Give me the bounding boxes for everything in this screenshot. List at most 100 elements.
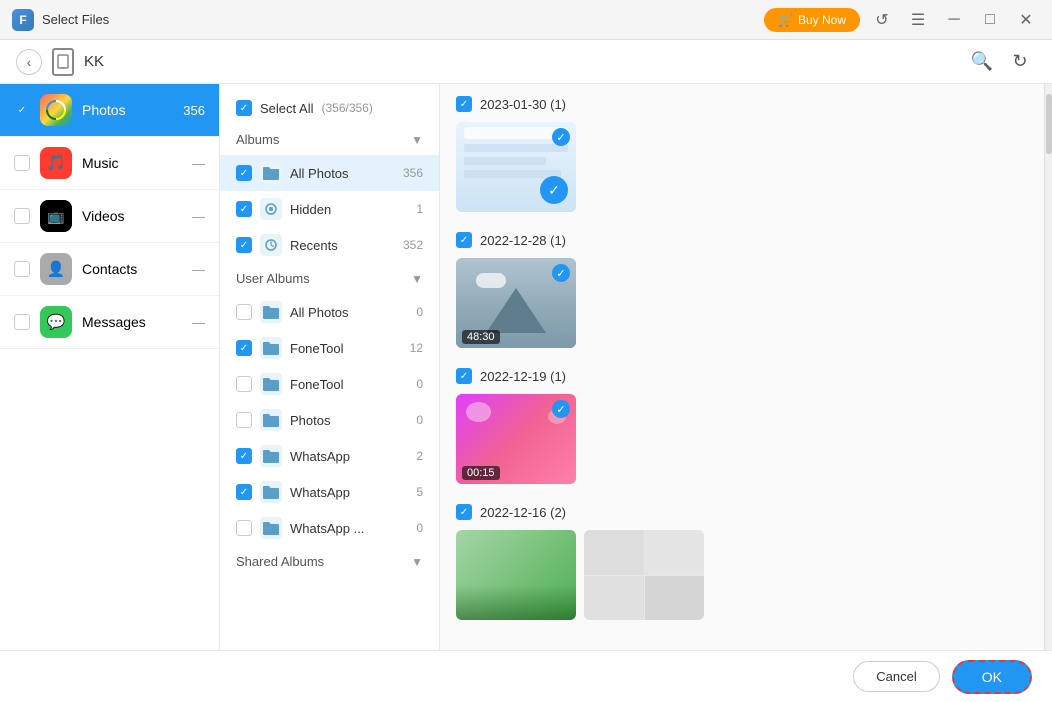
contacts-checkbox[interactable] <box>14 261 30 277</box>
date-checkbox-2022-12-28[interactable] <box>456 232 472 248</box>
sidebar-music-label: Music <box>82 155 182 171</box>
app-icon: F <box>12 9 34 31</box>
date-group-2023-01-30: 2023-01-30 (1) ✓ ✓ <box>456 96 1028 212</box>
whatsapp2-name: WhatsApp <box>290 485 408 500</box>
whatsapp2-checkbox[interactable] <box>236 484 252 500</box>
hidden-checkbox[interactable] <box>236 201 252 217</box>
left-sidebar: Photos 356 🎵 Music — 📺 Videos — 👤 <box>0 84 220 650</box>
user-album-fonetool-2[interactable]: FoneTool 0 <box>220 366 439 402</box>
sidebar-item-music[interactable]: 🎵 Music — <box>0 137 219 190</box>
user-folder-icon-4 <box>260 409 282 431</box>
messages-checkbox[interactable] <box>14 314 30 330</box>
fonetool1-count: 12 <box>410 341 423 355</box>
recents-checkbox[interactable] <box>236 237 252 253</box>
photos-album-checkbox[interactable] <box>236 412 252 428</box>
date-label-2022-12-28: 2022-12-28 (1) <box>480 233 566 248</box>
date-checkbox-2023-01-30[interactable] <box>456 96 472 112</box>
photo-thumb-mountain[interactable]: 48:30 ✓ <box>456 258 576 348</box>
album-hidden[interactable]: Hidden 1 <box>220 191 439 227</box>
header-actions: 🔍 ↻ <box>966 46 1036 78</box>
date-header-2023-01-30: 2023-01-30 (1) <box>456 96 1028 112</box>
search-button[interactable]: 🔍 <box>966 46 998 78</box>
sidebar-item-photos[interactable]: Photos 356 <box>0 84 219 137</box>
photos-checkbox[interactable] <box>14 102 30 118</box>
all-photos-checkbox[interactable] <box>236 165 252 181</box>
select-all-checkbox[interactable] <box>236 100 252 116</box>
refresh-button[interactable]: ↻ <box>1004 46 1036 78</box>
photos-grid-2022-12-28: 48:30 ✓ <box>456 258 1028 348</box>
albums-section-header[interactable]: Albums ▼ <box>220 124 439 155</box>
maximize-button[interactable]: □ <box>976 6 1004 34</box>
user-album-whatsapp-1[interactable]: WhatsApp 2 <box>220 438 439 474</box>
fonetool2-checkbox[interactable] <box>236 376 252 392</box>
photo-thumb-grid[interactable] <box>584 530 704 620</box>
photo-check-2: ✓ <box>552 264 570 282</box>
hidden-name: Hidden <box>290 202 408 217</box>
bottom-bar: Cancel OK <box>0 650 1052 702</box>
sidebar-photos-count: 356 <box>183 103 205 118</box>
photos-album-name: Photos <box>290 413 408 428</box>
album-all-photos[interactable]: All Photos 356 <box>220 155 439 191</box>
albums-label: Albums <box>236 132 405 147</box>
photo-check-1: ✓ <box>552 128 570 146</box>
whatsapp-icon-2 <box>260 481 282 503</box>
all-photos-name: All Photos <box>290 166 395 181</box>
buy-now-button[interactable]: 🛒 Buy Now <box>764 8 860 32</box>
back-button[interactable]: ‹ <box>16 49 42 75</box>
videos-checkbox[interactable] <box>14 208 30 224</box>
date-checkbox-2022-12-16[interactable] <box>456 504 472 520</box>
folder-icon <box>260 162 282 184</box>
menu-button[interactable]: ☰ <box>904 6 932 34</box>
date-checkbox-2022-12-19[interactable] <box>456 368 472 384</box>
hidden-icon <box>260 198 282 220</box>
shared-albums-chevron-icon: ▼ <box>411 555 423 569</box>
cancel-button[interactable]: Cancel <box>853 661 939 692</box>
date-header-2022-12-16: 2022-12-16 (2) <box>456 504 1028 520</box>
date-label-2022-12-16: 2022-12-16 (2) <box>480 505 566 520</box>
user-all-photos-checkbox[interactable] <box>236 304 252 320</box>
select-all-label: Select All <box>260 101 313 116</box>
cart-icon: 🛒 <box>778 13 793 27</box>
sidebar-messages-count: — <box>192 315 205 330</box>
date-header-2022-12-28: 2022-12-28 (1) <box>456 232 1028 248</box>
contacts-icon: 👤 <box>40 253 72 285</box>
user-folder-icon-2 <box>260 337 282 359</box>
fonetool1-checkbox[interactable] <box>236 340 252 356</box>
shared-albums-section-header[interactable]: Shared Albums ▼ <box>220 546 439 577</box>
recents-count: 352 <box>403 238 423 252</box>
user-album-whatsapp-2[interactable]: WhatsApp 5 <box>220 474 439 510</box>
minimize-button[interactable]: ─ <box>940 6 968 34</box>
user-albums-chevron-icon: ▼ <box>411 272 423 286</box>
photos-grid-2022-12-19: 00:15 ✓ <box>456 394 1028 484</box>
title-bar: F Select Files 🛒 Buy Now ↺ ☰ ─ □ ✕ <box>0 0 1052 40</box>
whatsapp3-checkbox[interactable] <box>236 520 252 536</box>
recents-name: Recents <box>290 238 395 253</box>
user-album-fonetool-1[interactable]: FoneTool 12 <box>220 330 439 366</box>
user-albums-section-header[interactable]: User Albums ▼ <box>220 263 439 294</box>
sidebar-music-count: — <box>192 156 205 171</box>
photo-thumb-pink[interactable]: 00:15 ✓ <box>456 394 576 484</box>
music-checkbox[interactable] <box>14 155 30 171</box>
close-button[interactable]: ✕ <box>1012 6 1040 34</box>
sidebar-item-videos[interactable]: 📺 Videos — <box>0 190 219 243</box>
photo-thumb-screenshot[interactable]: ✓ ✓ <box>456 122 576 212</box>
sidebar-item-contacts[interactable]: 👤 Contacts — <box>0 243 219 296</box>
photo-thumb-street[interactable] <box>456 530 576 620</box>
user-album-photos[interactable]: Photos 0 <box>220 402 439 438</box>
ok-button[interactable]: OK <box>952 660 1032 694</box>
fonetool2-name: FoneTool <box>290 377 408 392</box>
albums-chevron-icon: ▼ <box>411 133 423 147</box>
whatsapp1-count: 2 <box>416 449 423 463</box>
photo-duration-mountain: 48:30 <box>462 330 500 344</box>
user-album-all-photos[interactable]: All Photos 0 <box>220 294 439 330</box>
whatsapp-icon-1 <box>260 445 282 467</box>
sidebar-item-messages[interactable]: 💬 Messages — <box>0 296 219 349</box>
rotate-button[interactable]: ↺ <box>868 6 896 34</box>
date-group-2022-12-19: 2022-12-19 (1) 00:15 ✓ <box>456 368 1028 484</box>
fonetool1-name: FoneTool <box>290 341 402 356</box>
shared-albums-label: Shared Albums <box>236 554 405 569</box>
user-album-whatsapp-3[interactable]: WhatsApp ... 0 <box>220 510 439 546</box>
device-name: KK <box>84 53 956 70</box>
album-recents[interactable]: Recents 352 <box>220 227 439 263</box>
whatsapp1-checkbox[interactable] <box>236 448 252 464</box>
